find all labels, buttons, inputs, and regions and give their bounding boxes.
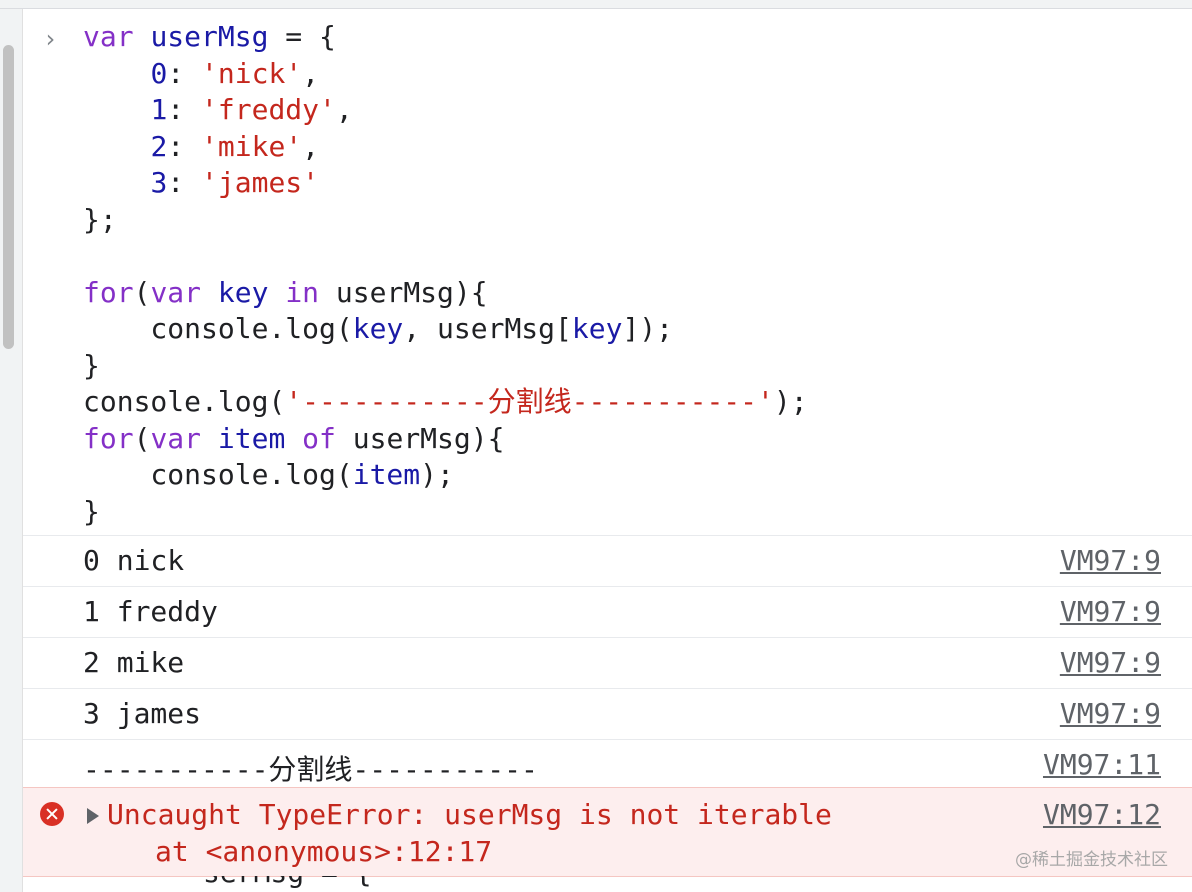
code-token: key: [352, 312, 404, 345]
partial-code-text: serMsg = {: [203, 876, 372, 889]
code-token: ,: [335, 93, 353, 126]
scrollbar-track[interactable]: [0, 9, 23, 892]
code-token: = {: [268, 20, 336, 53]
prompt-chevron-icon: ›: [43, 25, 58, 53]
source-link[interactable]: VM97:11: [1043, 748, 1161, 781]
code-token: userMsg){: [335, 421, 505, 455]
log-message: 3 james: [83, 697, 202, 730]
code-token: ]);: [622, 312, 674, 345]
code-token: var: [150, 275, 202, 309]
console-input-entry[interactable]: › var userMsg = { 0: 'nick', 1: 'freddy'…: [23, 9, 1192, 536]
error-icon: [40, 802, 64, 826]
source-link[interactable]: VM97:9: [1060, 544, 1161, 577]
code-token: userMsg: [150, 20, 269, 53]
log-message: 1 freddy: [83, 595, 218, 628]
code-token: item: [217, 421, 286, 455]
code-token: 'mike': [201, 129, 303, 163]
code-token: (: [133, 421, 151, 455]
log-message: 2 mike: [83, 646, 185, 679]
code-token: key: [571, 312, 623, 345]
code-token: :: [167, 93, 202, 126]
code-token: ,: [302, 56, 320, 90]
code-token: console.log(: [83, 312, 353, 345]
code-token: };: [83, 202, 117, 236]
code-token: console.log(: [83, 458, 353, 491]
source-link[interactable]: VM97:9: [1060, 697, 1161, 730]
source-link[interactable]: VM97:9: [1060, 595, 1161, 628]
code-token: 2: [150, 129, 168, 163]
code-token: );: [420, 458, 454, 491]
code-token: 3: [150, 166, 168, 199]
code-token: var: [83, 20, 134, 53]
error-message-row[interactable]: Uncaught TypeError: userMsg is not itera…: [23, 787, 1192, 877]
console-panel: › var userMsg = { 0: 'nick', 1: 'freddy'…: [23, 9, 1192, 892]
console-log-row: -----------分割线----------- VM97:11: [23, 739, 1192, 791]
console-log-row: 2 mike VM97:9: [23, 637, 1192, 689]
log-message: -----------分割线-----------: [83, 753, 538, 786]
error-stack-trace: at <anonymous>:12:17: [155, 835, 493, 868]
expand-triangle-icon[interactable]: [87, 808, 99, 824]
code-token: :: [167, 166, 202, 199]
code-token: in: [285, 275, 320, 309]
console-log-row: 0 nick VM97:9: [23, 535, 1192, 587]
input-code[interactable]: var userMsg = { 0: 'nick', 1: 'freddy' , …: [83, 19, 808, 530]
code-token: 'james': [201, 166, 320, 199]
error-message: Uncaught TypeError: userMsg is not itera…: [107, 798, 832, 831]
code-token: }: [83, 348, 100, 382]
code-token: :: [167, 129, 202, 163]
devtools-top-border: [0, 0, 1192, 9]
code-token: );: [773, 385, 808, 418]
log-message: 0 nick: [83, 544, 185, 577]
code-token: 'nick': [201, 56, 303, 90]
code-token: }: [83, 494, 100, 528]
code-token: , userMsg[: [403, 312, 572, 345]
console-log-row: 1 freddy VM97:9: [23, 586, 1192, 638]
code-token: (: [133, 275, 151, 309]
source-link[interactable]: VM97:9: [1060, 646, 1161, 679]
code-token: console.log(: [83, 385, 286, 418]
code-token: var: [150, 421, 202, 455]
code-token: for: [83, 275, 134, 309]
code-token: :: [167, 56, 202, 90]
code-token: of: [302, 421, 336, 455]
code-token: 1: [150, 93, 168, 126]
code-token: item: [352, 458, 421, 491]
code-token: '-----------分割线-----------': [285, 385, 774, 418]
scrollbar-thumb[interactable]: [3, 45, 14, 349]
code-token: key: [217, 275, 269, 309]
code-token: userMsg){: [319, 275, 488, 309]
code-token: 'freddy': [201, 93, 336, 126]
code-token: ,: [302, 129, 320, 163]
source-link[interactable]: VM97:12: [1043, 798, 1161, 831]
console-log-row: 3 james VM97:9: [23, 688, 1192, 740]
code-token: 0: [150, 56, 168, 90]
code-token: for: [83, 421, 134, 455]
watermark: @稀土掘金技术社区: [1015, 850, 1168, 870]
next-entry-partial: serMsg = {: [23, 876, 1192, 892]
